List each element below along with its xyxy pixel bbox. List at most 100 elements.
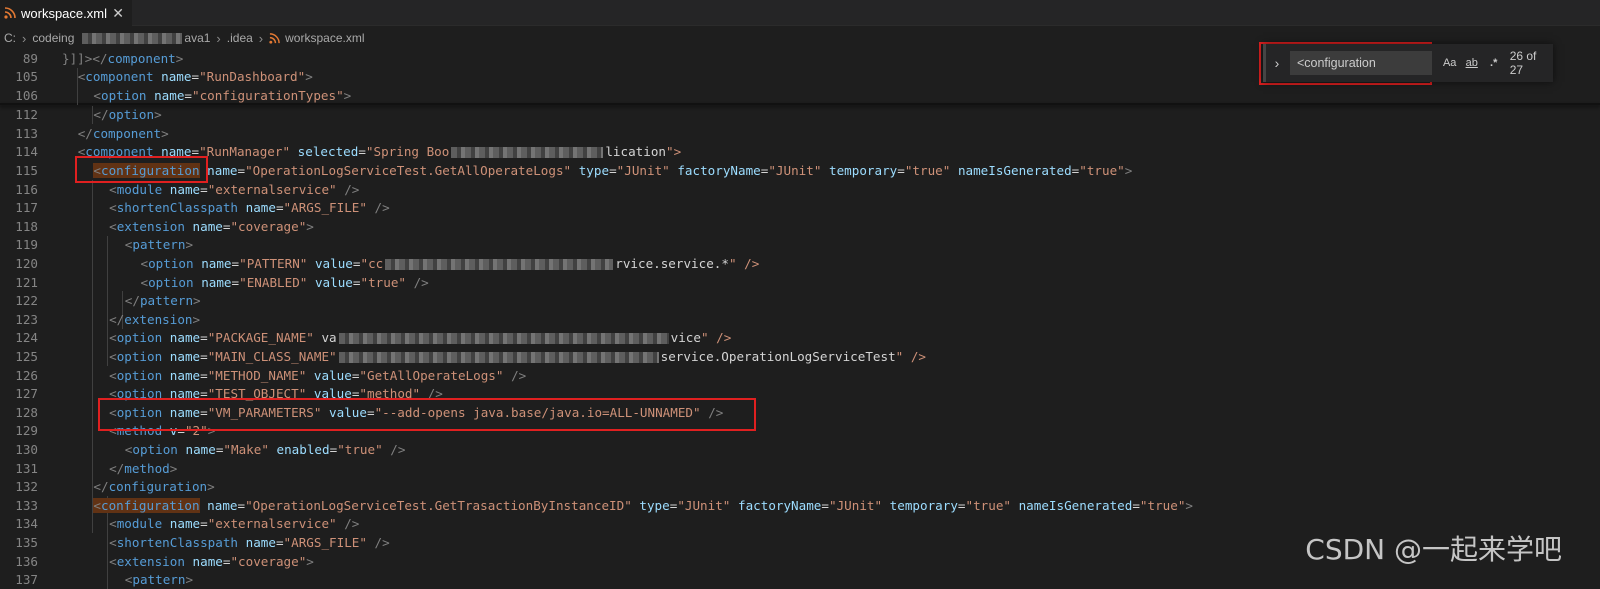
code-text: <option name="MAIN_CLASS_NAME" service.Op… bbox=[109, 348, 927, 364]
tab-title: workspace.xml bbox=[21, 5, 107, 21]
code-text: <option name="configurationTypes"> bbox=[93, 87, 352, 103]
code-line[interactable]: 116 <module name="externalservice" /> bbox=[0, 180, 1600, 199]
code-text: <configuration name="OperationLogService… bbox=[93, 497, 1194, 513]
code-text: <pattern> bbox=[124, 572, 194, 588]
rss-icon bbox=[4, 7, 16, 19]
code-line[interactable]: 117 <shortenClasspath name="ARGS_FILE" /> bbox=[0, 198, 1600, 217]
code-line[interactable]: 132 </configuration> bbox=[0, 477, 1600, 496]
code-text: <shortenClasspath name="ARGS_FILE" /> bbox=[109, 200, 390, 216]
code-line[interactable]: 115 <configuration name="OperationLogServ… bbox=[0, 161, 1600, 180]
code-text: <module name="externalservice" /> bbox=[109, 181, 360, 197]
line-number: 130 bbox=[15, 441, 38, 457]
chevron-right-icon[interactable]: › bbox=[1266, 55, 1288, 71]
line-number: 116 bbox=[15, 181, 38, 197]
chevron-right-icon: › bbox=[22, 30, 27, 46]
annotation-box-vm-parameters bbox=[98, 398, 756, 431]
code-text: <configuration name="OperationLogService… bbox=[93, 162, 1133, 178]
line-number: 128 bbox=[15, 404, 38, 420]
line-number: 121 bbox=[15, 274, 38, 290]
blurred-text bbox=[82, 32, 183, 44]
code-line[interactable]: 137 <pattern> bbox=[0, 570, 1600, 589]
code-text: </configuration> bbox=[93, 479, 215, 495]
code-line[interactable]: 112 </option> bbox=[0, 106, 1600, 125]
line-number: 136 bbox=[15, 553, 38, 569]
code-line[interactable]: 124 <option name="PACKAGE_NAME" va vice" /… bbox=[0, 329, 1600, 348]
code-line[interactable]: 121 <option name="ENABLED" value="true" /… bbox=[0, 273, 1600, 292]
line-number: 117 bbox=[15, 200, 38, 216]
code-text: </method> bbox=[109, 460, 178, 476]
line-number: 112 bbox=[15, 107, 38, 123]
code-text: <module name="externalservice" /> bbox=[109, 516, 360, 532]
code-line[interactable]: 133 <configuration name="OperationLogServ… bbox=[0, 496, 1600, 515]
code-line[interactable]: 114 <component name="RunManager" selected… bbox=[0, 143, 1600, 162]
line-number: 124 bbox=[15, 330, 38, 346]
code-text: <option name="Make" enabled="true" /> bbox=[124, 441, 406, 457]
blurred-text bbox=[338, 333, 669, 345]
code-text: <option name="PACKAGE_NAME" va vice" /> bbox=[109, 330, 732, 346]
find-widget: › <configuration Aa ab .* 26 of 27 bbox=[1263, 44, 1553, 82]
line-number: 127 bbox=[15, 386, 38, 402]
code-line[interactable]: 122 </pattern> bbox=[0, 291, 1600, 310]
whole-word-icon[interactable]: ab bbox=[1464, 57, 1480, 69]
code-text: <extension name="coverage"> bbox=[109, 553, 314, 569]
match-case-icon[interactable]: Aa bbox=[1442, 57, 1458, 69]
code-line[interactable]: 118 <extension name="coverage"> bbox=[0, 217, 1600, 236]
code-text: <option name="METHOD_NAME" value="GetAll… bbox=[109, 367, 527, 383]
line-number: 106 bbox=[15, 87, 38, 103]
chevron-right-icon: › bbox=[258, 30, 264, 46]
code-line[interactable]: 123 </extension> bbox=[0, 310, 1600, 329]
regex-icon[interactable]: .* bbox=[1486, 57, 1502, 69]
line-number: 126 bbox=[15, 367, 38, 383]
close-icon[interactable]: ✕ bbox=[112, 5, 124, 22]
breadcrumb-idea[interactable]: .idea bbox=[227, 31, 253, 45]
code-text: </pattern> bbox=[124, 293, 201, 309]
line-number: 89 bbox=[22, 50, 38, 66]
breadcrumb-file[interactable]: workspace.xml bbox=[285, 31, 364, 45]
blurred-text bbox=[385, 258, 614, 270]
breadcrumb-folder[interactable]: codeing bbox=[32, 31, 74, 45]
code-line[interactable]: 130 <option name="Make" enabled="true" /> bbox=[0, 440, 1600, 459]
code-text: <extension name="coverage"> bbox=[109, 218, 314, 234]
line-number: 137 bbox=[15, 572, 38, 588]
code-text: </component> bbox=[77, 125, 169, 141]
code-text: <component name="RunDashboard"> bbox=[77, 69, 313, 85]
code-line[interactable]: 131 </method> bbox=[0, 459, 1600, 478]
find-result-count: 26 of 27 bbox=[1509, 49, 1537, 77]
code-text: }]]></component> bbox=[62, 50, 184, 66]
find-input[interactable]: <configuration bbox=[1289, 51, 1432, 75]
blurred-text bbox=[338, 351, 659, 363]
line-number: 132 bbox=[15, 479, 38, 495]
code-line[interactable]: 125 <option name="MAIN_CLASS_NAME" service… bbox=[0, 347, 1600, 366]
code-line[interactable]: 113 </component> bbox=[0, 124, 1600, 143]
line-number: 114 bbox=[15, 144, 38, 160]
line-number: 118 bbox=[15, 218, 38, 234]
line-number: 122 bbox=[15, 293, 38, 309]
line-number: 119 bbox=[15, 237, 38, 253]
code-text: <option name="ENABLED" value="true" /> bbox=[140, 274, 429, 290]
line-number: 129 bbox=[15, 423, 38, 439]
line-number: 113 bbox=[15, 125, 38, 141]
line-number: 120 bbox=[15, 255, 38, 271]
code-line[interactable]: 106 <option name="configurationTypes"> bbox=[0, 86, 1600, 105]
breadcrumb-drive[interactable]: C: bbox=[4, 31, 16, 45]
breadcrumb-project[interactable]: ava1 bbox=[184, 31, 210, 45]
line-number: 131 bbox=[15, 460, 38, 476]
tab-bar: workspace.xml ✕ bbox=[0, 0, 1600, 26]
blurred-text bbox=[451, 147, 604, 159]
tab-workspace-xml[interactable]: workspace.xml ✕ bbox=[0, 0, 132, 26]
code-line[interactable]: 120 <option name="PATTERN" value="cc rvice… bbox=[0, 254, 1600, 273]
find-query-text: <configuration bbox=[1296, 56, 1376, 70]
rss-icon bbox=[269, 32, 280, 44]
watermark: CSDN @一起来学吧 bbox=[1305, 533, 1562, 566]
code-editor[interactable]: 89}]]></component> 105 <component name="Ru… bbox=[0, 49, 1600, 589]
line-number: 123 bbox=[15, 311, 38, 327]
code-text: <shortenClasspath name="ARGS_FILE" /> bbox=[109, 534, 390, 550]
code-text: </option> bbox=[93, 107, 162, 123]
code-line[interactable]: 119 <pattern> bbox=[0, 236, 1600, 255]
line-number: 133 bbox=[15, 497, 38, 513]
code-text: <option name="PATTERN" value="cc rvice.se… bbox=[140, 255, 760, 271]
code-text: <pattern> bbox=[124, 237, 194, 253]
line-number: 115 bbox=[15, 162, 38, 178]
line-number: 134 bbox=[15, 516, 38, 532]
code-line[interactable]: 126 <option name="METHOD_NAME" value="Get… bbox=[0, 366, 1600, 385]
